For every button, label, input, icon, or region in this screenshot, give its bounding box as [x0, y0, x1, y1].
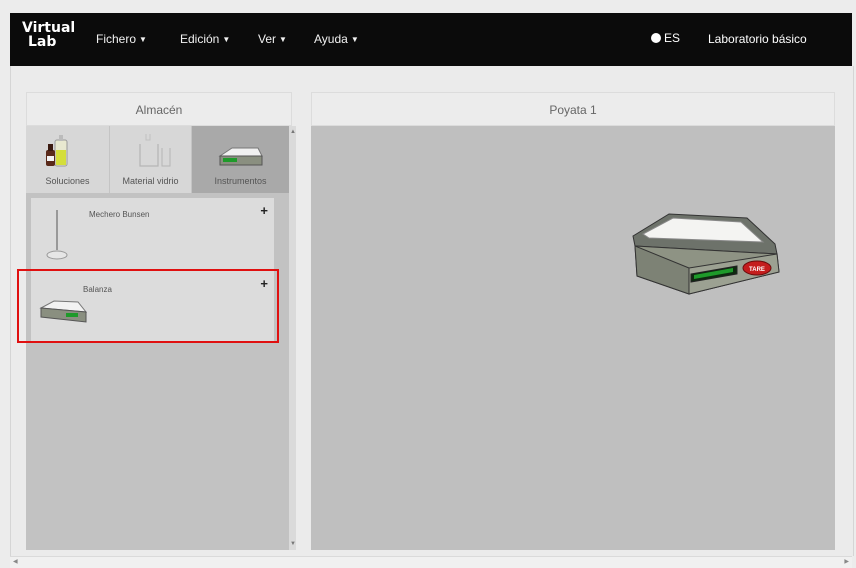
glassware-icon	[139, 134, 171, 167]
balance-instrument[interactable]: TARE	[629, 206, 789, 306]
category-label: Material vidrio	[122, 176, 179, 186]
caret-down-icon: ▼	[350, 35, 359, 44]
category-label: Soluciones	[45, 176, 90, 186]
menu-fichero[interactable]: Fichero ▼	[96, 32, 147, 46]
menu-edicion[interactable]: Edición ▼	[180, 32, 230, 46]
menu-ayuda[interactable]: Ayuda ▼	[314, 32, 359, 46]
menu-ver[interactable]: Ver ▼	[258, 32, 287, 46]
category-label: Instrumentos	[214, 176, 267, 186]
globe-icon	[651, 33, 661, 43]
caret-down-icon: ▼	[222, 35, 231, 44]
language-selector[interactable]: ES	[651, 31, 680, 45]
store-panel-title: Almacén	[26, 92, 292, 126]
lab-type-selector[interactable]: Laboratorio básico	[708, 32, 807, 46]
add-icon[interactable]: +	[260, 203, 268, 218]
bench-panel-title: Poyata 1	[311, 92, 835, 126]
horizontal-scrollbar[interactable]: ◀ ▶	[10, 556, 852, 568]
virtual-lab-logo[interactable]: Virtual Lab	[22, 21, 75, 50]
tare-button-label: TARE	[749, 267, 765, 273]
bunsen-burner-icon	[46, 210, 68, 260]
category-tab-instrumentos[interactable]: Instrumentos	[192, 126, 289, 193]
caret-down-icon: ▼	[279, 35, 287, 44]
selection-highlight	[17, 269, 279, 343]
language-code: ES	[664, 31, 681, 45]
caret-down-icon: ▼	[139, 35, 147, 44]
scroll-up-icon[interactable]: ▲	[290, 129, 296, 135]
scroll-left-icon[interactable]: ◀	[13, 558, 18, 565]
top-navbar: Virtual Lab Fichero ▼ Edición ▼ Ver ▼ Ayuda…	[10, 13, 852, 66]
category-tab-material-vidrio[interactable]: Material vidrio	[110, 126, 192, 193]
item-label: Mechero Bunsen	[89, 210, 150, 219]
list-item-mechero-bunsen[interactable]: Mechero Bunsen +	[31, 198, 274, 270]
category-tab-soluciones[interactable]: Soluciones	[26, 126, 110, 193]
store-scrollbar[interactable]: ▲ ▼	[289, 126, 296, 550]
balance-icon	[218, 147, 263, 166]
scroll-down-icon[interactable]: ▼	[290, 541, 296, 547]
reagent-bottles-icon	[46, 135, 68, 167]
scroll-right-icon[interactable]: ▶	[844, 558, 849, 565]
bench-workspace[interactable]: TARE	[311, 126, 835, 550]
logo-line2: Lab	[28, 34, 57, 50]
